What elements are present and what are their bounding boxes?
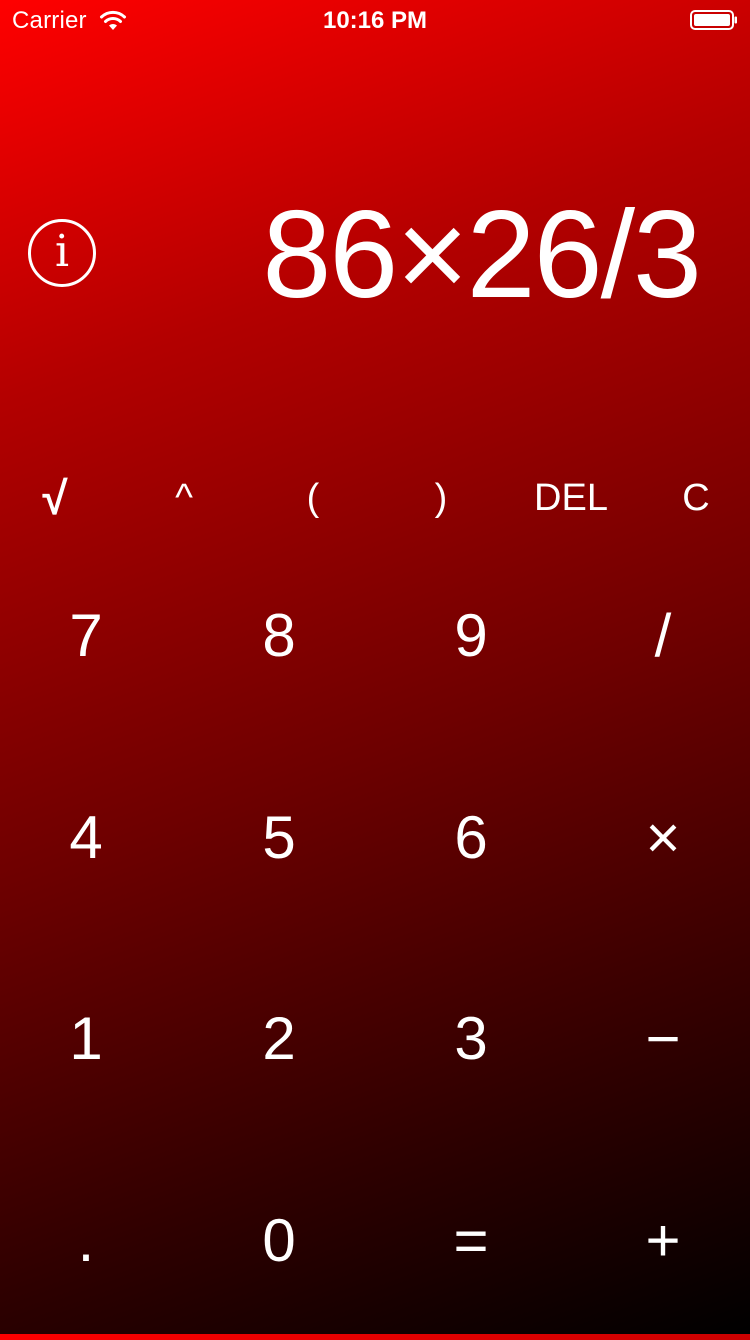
digit-6-button[interactable]: 6 <box>391 737 551 937</box>
sqrt-button[interactable]: √ <box>0 466 110 530</box>
digit-3-button[interactable]: 3 <box>391 938 551 1138</box>
digit-4-button[interactable]: 4 <box>6 737 166 937</box>
equals-button[interactable]: = <box>391 1140 551 1340</box>
digit-2-button[interactable]: 2 <box>199 938 359 1138</box>
decimal-button[interactable]: . <box>6 1140 166 1340</box>
clear-button[interactable]: C <box>641 466 750 530</box>
digit-0-button[interactable]: 0 <box>199 1140 359 1340</box>
divide-button[interactable]: / <box>583 535 743 735</box>
open-paren-button[interactable]: ( <box>258 466 368 530</box>
info-button[interactable]: i <box>28 219 96 287</box>
digit-1-button[interactable]: 1 <box>6 938 166 1138</box>
expression-display: 86×26/3 <box>262 186 702 324</box>
add-button[interactable]: + <box>583 1140 743 1340</box>
delete-button[interactable]: DEL <box>516 466 626 530</box>
digit-5-button[interactable]: 5 <box>199 737 359 937</box>
digit-9-button[interactable]: 9 <box>391 535 551 735</box>
multiply-button[interactable]: × <box>583 737 743 937</box>
digit-7-button[interactable]: 7 <box>6 535 166 735</box>
keypad: 7 8 9/4 5 6 × 1 2 3−. 0 = + <box>0 535 750 1335</box>
digit-8-button[interactable]: 8 <box>199 535 359 735</box>
power-button[interactable]: ^ <box>129 466 239 530</box>
subtract-button[interactable]: − <box>583 938 743 1138</box>
function-row: √ ^ () DEL C <box>0 466 750 530</box>
status-bar: Carrier 10:16 PM <box>0 0 750 40</box>
close-paren-button[interactable]: ) <box>386 466 496 530</box>
status-time: 10:16 PM <box>322 7 428 34</box>
battery-icon <box>690 10 737 30</box>
info-icon: i <box>54 226 70 277</box>
